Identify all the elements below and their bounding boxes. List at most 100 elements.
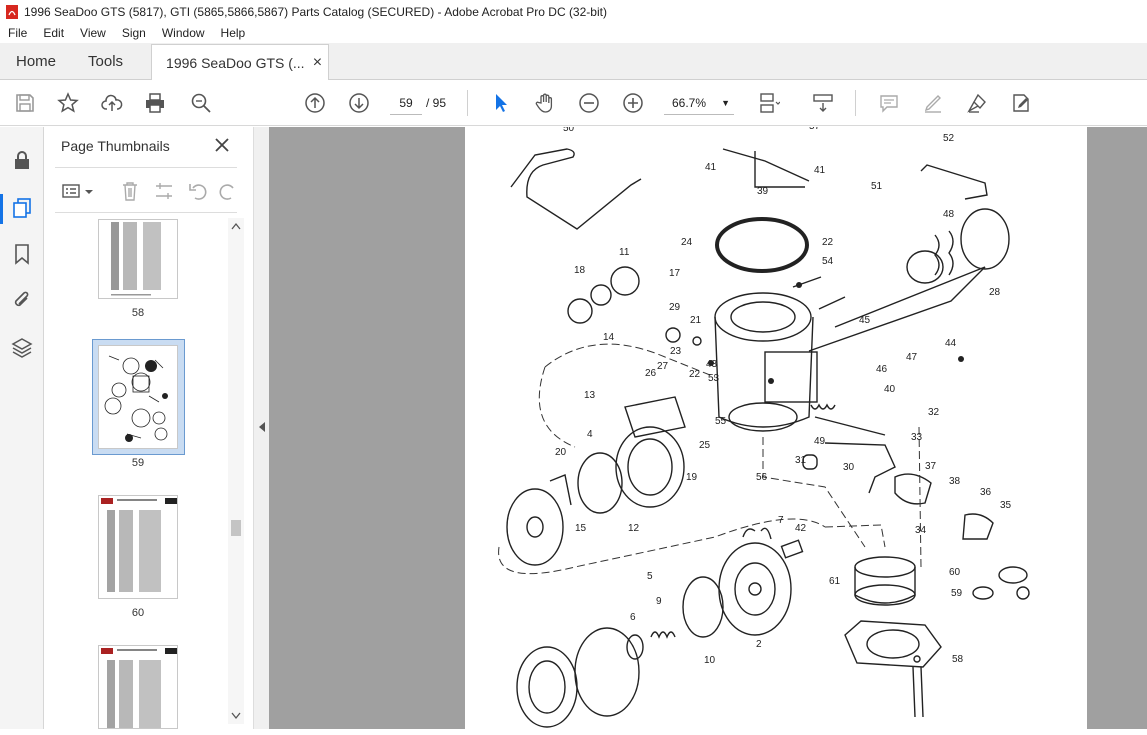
layers-icon[interactable] [11, 336, 33, 358]
callout-label: 36 [980, 487, 992, 498]
page-number-input[interactable]: 59 [390, 91, 422, 115]
window-title: 1996 SeaDoo GTS (5817), GTI (5865,5866,5… [24, 4, 607, 19]
options-menu-icon[interactable] [61, 180, 83, 202]
thumbnail-parts-list-image [101, 498, 177, 592]
thumbnail-page-next[interactable] [98, 645, 178, 729]
thumbnails-scrollbar[interactable] [228, 218, 244, 724]
print-icon[interactable] [142, 90, 168, 116]
highlight-pen-icon[interactable] [920, 90, 946, 116]
menu-view[interactable]: View [72, 26, 114, 40]
sign-fountain-pen-icon[interactable] [964, 90, 990, 116]
scroll-up-icon[interactable] [231, 222, 241, 230]
chevron-down-icon: ▼ [721, 97, 730, 108]
thumbnail-label-58: 58 [131, 307, 145, 319]
menu-edit[interactable]: Edit [35, 26, 72, 40]
thumbnail-exploded-diagram-image [104, 355, 168, 442]
callout-label: 23 [670, 346, 682, 357]
callout-label: 42 [795, 523, 807, 534]
callout-label: 21 [690, 315, 702, 326]
tab-document-label: 1996 SeaDoo GTS (... [166, 54, 305, 71]
edit-pdf-icon[interactable] [1008, 90, 1034, 116]
callout-label: 13 [584, 390, 596, 401]
rotate-right-icon[interactable] [217, 180, 239, 202]
callout-label: 26 [645, 368, 657, 379]
callout-label: 39 [757, 186, 769, 197]
select-cursor-icon[interactable] [488, 90, 514, 116]
callout-label: 15 [575, 523, 587, 534]
callout-label: 2 [756, 639, 762, 650]
thumbnail-options-bar [55, 167, 237, 213]
callout-label: 5 [647, 571, 653, 582]
callout-label: 41 [705, 162, 717, 173]
collapse-panel-icon[interactable] [258, 421, 266, 433]
save-icon[interactable] [12, 90, 38, 116]
callout-label: 54 [822, 256, 834, 267]
hand-tool-icon[interactable] [532, 90, 558, 116]
close-icon[interactable] [213, 136, 231, 154]
toolbar-divider [467, 90, 468, 116]
page-thumbnails-icon[interactable] [11, 197, 33, 219]
callout-label: 22 [822, 237, 834, 248]
page-total: / 95 [426, 96, 447, 110]
callout-label: 28 [989, 287, 1001, 298]
scrollbar-thumb[interactable] [231, 520, 241, 536]
menu-window[interactable]: Window [154, 26, 213, 40]
callout-label: 29 [669, 302, 681, 313]
callout-label: 7 [778, 515, 784, 526]
menu-file[interactable]: File [0, 26, 35, 40]
callout-label: 34 [915, 525, 927, 536]
thumbnail-page-59[interactable] [98, 345, 178, 449]
page-layout-icon[interactable] [756, 90, 782, 116]
callout-label: 17 [669, 268, 681, 279]
panel-splitter[interactable] [253, 127, 269, 729]
extract-pages-icon[interactable] [153, 180, 175, 202]
main-toolbar: 59 / 95 66.7% ▼ [0, 80, 1147, 126]
comment-icon[interactable] [876, 90, 902, 116]
delete-trash-icon[interactable] [119, 180, 141, 202]
callout-label: 47 [906, 352, 918, 363]
callout-label: 11 [619, 247, 630, 258]
callout-label: 51 [871, 181, 883, 192]
scroll-down-icon[interactable] [231, 712, 241, 720]
callout-label: 37 [925, 461, 937, 472]
callout-label: 53 [708, 373, 720, 384]
zoom-search-icon[interactable] [188, 90, 214, 116]
rotate-left-icon[interactable] [187, 180, 209, 202]
callout-label: 50 [563, 127, 575, 134]
thumbnail-label-59: 59 [131, 457, 145, 469]
acrobat-app-icon [6, 4, 18, 19]
zoom-in-icon[interactable] [620, 90, 646, 116]
callout-label: 32 [928, 407, 940, 418]
options-chevron-down-icon[interactable] [83, 180, 95, 202]
tab-close-icon[interactable]: × [313, 54, 322, 72]
scroll-mode-icon[interactable] [810, 90, 836, 116]
zoom-level-dropdown[interactable]: 66.7% ▼ [664, 91, 734, 115]
menu-help[interactable]: Help [213, 26, 254, 40]
menu-sign[interactable]: Sign [114, 26, 154, 40]
active-panel-indicator [0, 194, 3, 224]
bookmark-icon[interactable] [11, 243, 33, 265]
callout-label: 57 [809, 127, 820, 132]
lock-icon[interactable] [11, 149, 33, 171]
toolbar-divider [855, 90, 856, 116]
thumbnail-page-58[interactable] [98, 219, 178, 299]
callout-label: 45 [859, 315, 871, 326]
menu-bar: File Edit View Sign Window Help [0, 23, 1147, 43]
zoom-out-icon[interactable] [576, 90, 602, 116]
callout-label: 52 [943, 133, 955, 144]
attachment-paperclip-icon[interactable] [11, 289, 33, 311]
tab-home[interactable]: Home [0, 43, 72, 79]
thumbnail-page-60[interactable] [98, 495, 178, 599]
previous-page-icon[interactable] [302, 90, 328, 116]
callout-label: 27 [657, 361, 669, 372]
upload-cloud-icon[interactable] [99, 90, 125, 116]
callout-label: 24 [681, 237, 693, 248]
next-page-icon[interactable] [346, 90, 372, 116]
document-view[interactable]: 50 57 41 41 39 52 51 48 24 22 54 11 17 1… [269, 127, 1147, 729]
tab-document[interactable]: 1996 SeaDoo GTS (... × [151, 44, 330, 80]
thumbnail-label-60: 60 [131, 607, 145, 619]
bookmark-star-icon[interactable] [55, 90, 81, 116]
thumbnail-parts-list-image [111, 222, 161, 296]
tab-tools[interactable]: Tools [72, 43, 139, 79]
callout-label: 44 [945, 338, 957, 349]
